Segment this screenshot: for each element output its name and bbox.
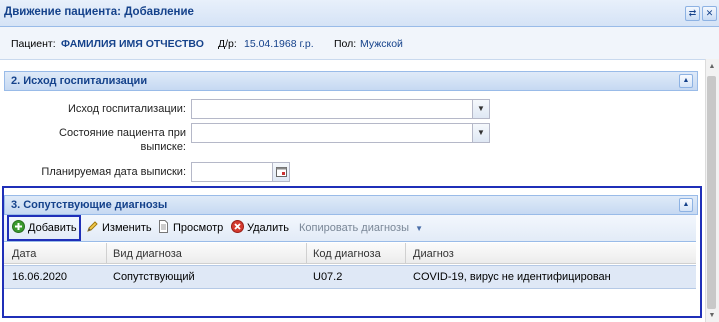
- dob-label: Д/р:: [218, 38, 237, 50]
- section2-header[interactable]: 2. Исход госпитализации ▲: [4, 71, 698, 91]
- document-icon: [159, 220, 168, 233]
- section3-header[interactable]: 3. Сопутствующие диагнозы ▲: [4, 195, 698, 215]
- column-header-type[interactable]: Вид диагноза: [113, 248, 182, 260]
- column-header-code[interactable]: Код диагноза: [313, 248, 381, 260]
- scroll-thumb[interactable]: [707, 76, 716, 309]
- scroll-down-icon[interactable]: ▼: [707, 311, 717, 321]
- outcome-combo[interactable]: ▼: [191, 99, 490, 119]
- pencil-icon: [87, 221, 98, 232]
- edit-button[interactable]: Изменить: [86, 220, 152, 236]
- scroll-up-icon[interactable]: ▲: [707, 62, 717, 72]
- patient-name: ФАМИЛИЯ ИМЯ ОТЧЕСТВО: [61, 38, 204, 50]
- add-button-highlight: [7, 215, 81, 241]
- calendar-icon[interactable]: [272, 163, 289, 181]
- column-divider: [106, 243, 107, 263]
- cell-date: 16.06.2020: [12, 271, 68, 283]
- date-label: Планируемая дата выписки:: [41, 166, 186, 178]
- close-icon[interactable]: ✕: [702, 6, 717, 21]
- chevron-down-icon[interactable]: ▼: [472, 124, 489, 142]
- column-header-diagnosis[interactable]: Диагноз: [413, 248, 454, 260]
- delete-button[interactable]: Удалить: [231, 220, 289, 236]
- column-header-date[interactable]: Дата: [12, 248, 36, 260]
- refresh-icon[interactable]: ⇄: [685, 6, 700, 21]
- cell-diagnosis: COVID-19, вирус не идентифицирован: [413, 271, 611, 283]
- chevron-down-icon[interactable]: ▼: [415, 224, 423, 233]
- state-combo[interactable]: ▼: [191, 123, 490, 143]
- sex-value: Мужской: [360, 38, 403, 50]
- view-button[interactable]: Просмотр: [157, 220, 223, 236]
- section3-title: 3. Сопутствующие диагнозы: [11, 199, 168, 211]
- collapse-icon[interactable]: ▲: [679, 198, 693, 212]
- cell-code: U07.2: [313, 271, 343, 283]
- column-divider: [405, 243, 406, 263]
- outcome-label: Исход госпитализации:: [67, 103, 186, 115]
- chevron-down-icon[interactable]: ▼: [472, 100, 489, 118]
- patient-label: Пациент:: [11, 38, 56, 50]
- collapse-icon[interactable]: ▲: [679, 74, 693, 88]
- section2-title: 2. Исход госпитализации: [11, 75, 148, 87]
- dob-value: 15.04.1968 г.р.: [244, 38, 314, 50]
- date-field[interactable]: [191, 162, 290, 182]
- copy-diagnoses-button[interactable]: Копировать диагнозы ▼: [299, 220, 423, 236]
- state-label: Состояние пациента при выписке:: [59, 127, 186, 153]
- sex-label: Пол:: [334, 38, 357, 50]
- cell-type: Сопутствующий: [113, 271, 195, 283]
- window-title: Движение пациента: Добавление: [4, 6, 194, 18]
- column-divider: [306, 243, 307, 263]
- delete-icon: [231, 220, 244, 233]
